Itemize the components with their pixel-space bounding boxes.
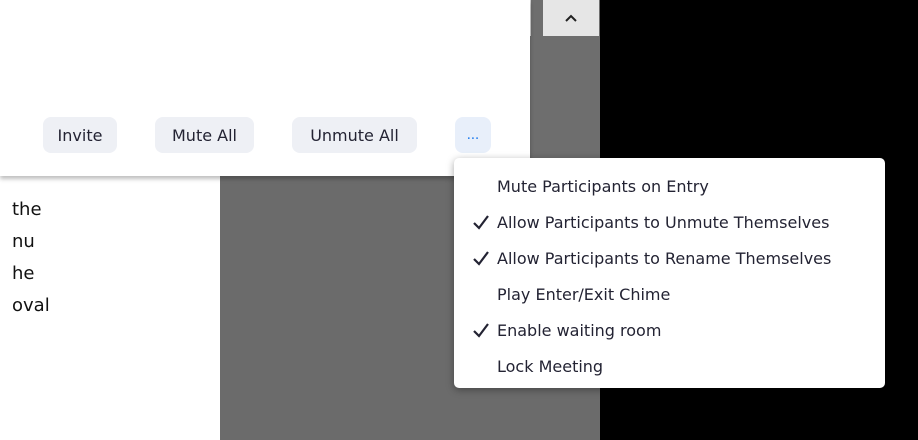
invite-button[interactable]: Invite <box>43 117 117 153</box>
document-line: oval <box>12 295 50 316</box>
more-options-menu: Mute Participants on Entry Allow Partici… <box>454 158 885 388</box>
scrollbar-edge <box>530 0 531 36</box>
menu-item-label: Allow Participants to Unmute Themselves <box>497 212 830 232</box>
menu-item-label: Mute Participants on Entry <box>497 176 709 196</box>
checkmark-icon <box>473 251 489 266</box>
menu-item-waiting-room[interactable]: Enable waiting room <box>454 312 885 348</box>
menu-item-label: Allow Participants to Rename Themselves <box>497 248 832 268</box>
menu-item-label: Lock Meeting <box>497 356 604 376</box>
checkmark-icon <box>473 323 489 338</box>
mute-all-button[interactable]: Mute All <box>155 117 254 153</box>
menu-item-label: Play Enter/Exit Chime <box>497 284 671 304</box>
unmute-all-button[interactable]: Unmute All <box>292 117 417 153</box>
menu-item-lock-meeting[interactable]: Lock Meeting <box>454 348 885 384</box>
participants-toolbar-panel: Invite Mute All Unmute All ... <box>0 0 530 176</box>
menu-item-label: Enable waiting room <box>497 320 662 340</box>
document-line: the <box>12 199 42 220</box>
menu-item-mute-on-entry[interactable]: Mute Participants on Entry <box>454 168 885 204</box>
checkmark-icon <box>473 215 489 230</box>
chevron-up-icon <box>565 14 577 22</box>
document-text: the nu he oval <box>12 194 50 322</box>
scroll-up-button[interactable] <box>543 0 599 36</box>
menu-item-allow-unmute[interactable]: Allow Participants to Unmute Themselves <box>454 204 885 240</box>
document-line: nu <box>12 231 35 252</box>
menu-item-play-chime[interactable]: Play Enter/Exit Chime <box>454 276 885 312</box>
document-line: he <box>12 263 35 284</box>
more-options-button[interactable]: ... <box>455 117 491 153</box>
menu-item-allow-rename[interactable]: Allow Participants to Rename Themselves <box>454 240 885 276</box>
